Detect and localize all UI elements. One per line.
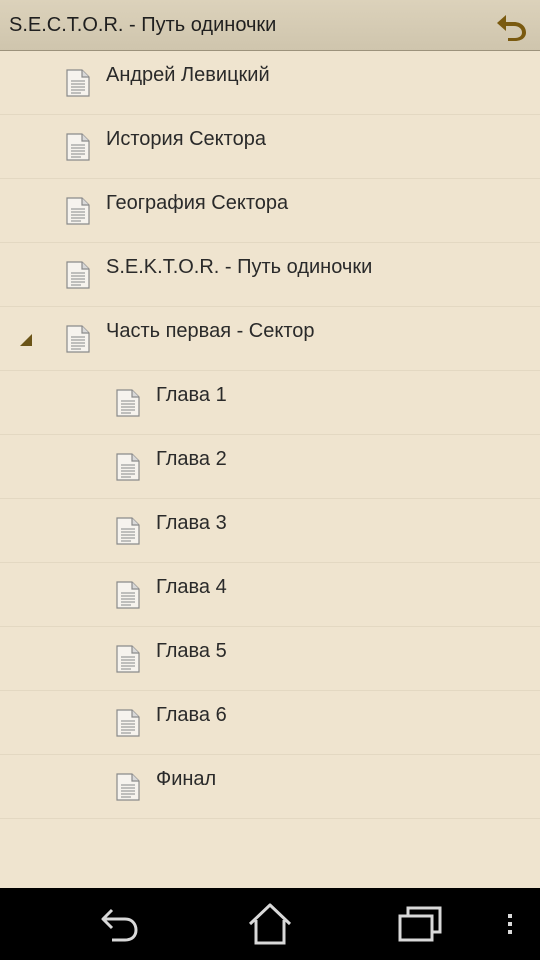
- back-button[interactable]: [492, 8, 530, 44]
- document-icon: [116, 773, 140, 801]
- document-icon: [116, 453, 140, 481]
- system-nav-bar: [0, 888, 540, 960]
- toc-item[interactable]: S.E.K.T.O.R. - Путь одиночки: [0, 243, 540, 307]
- toc-subitem[interactable]: Глава 2: [0, 435, 540, 499]
- back-icon: [101, 908, 138, 942]
- document-icon: [116, 709, 140, 737]
- toc-item-label: S.E.K.T.O.R. - Путь одиночки: [106, 256, 373, 278]
- toc-item-label: Глава 1: [156, 384, 227, 406]
- toc-item-label: Глава 3: [156, 512, 227, 534]
- document-icon: [116, 517, 140, 545]
- action-bar: S.E.C.T.O.R. - Путь одиночки: [0, 0, 540, 51]
- toc-item-label: Глава 4: [156, 576, 227, 598]
- toc-item-label: Финал: [156, 768, 217, 790]
- toc-item-label: Андрей Левицкий: [106, 64, 270, 86]
- toc-item-label: Часть первая - Сектор: [106, 320, 315, 342]
- document-icon: [66, 133, 90, 161]
- nav-overflow-menu-button[interactable]: [496, 902, 524, 946]
- home-icon: [248, 903, 292, 945]
- nav-home-button[interactable]: [246, 902, 294, 946]
- toc-item-label: Глава 2: [156, 448, 227, 470]
- toc-subitem[interactable]: Глава 6: [0, 691, 540, 755]
- document-icon: [66, 261, 90, 289]
- document-icon: [116, 581, 140, 609]
- toc-subitem[interactable]: Глава 1: [0, 371, 540, 435]
- reader-screen: S.E.C.T.O.R. - Путь одиночки Андрей Леви…: [0, 0, 540, 960]
- nav-recent-apps-button[interactable]: [396, 902, 444, 946]
- document-icon: [116, 645, 140, 673]
- document-icon: [66, 69, 90, 97]
- toc-subitem[interactable]: Глава 4: [0, 563, 540, 627]
- table-of-contents: Андрей Левицкий История Сектора Географи…: [0, 51, 540, 819]
- toc-item-label: Глава 6: [156, 704, 227, 726]
- document-icon: [66, 325, 90, 353]
- toc-item-expanded[interactable]: Часть первая - Сектор: [0, 307, 540, 371]
- document-icon: [116, 389, 140, 417]
- book-title: S.E.C.T.O.R. - Путь одиночки: [9, 14, 277, 36]
- toc-subitem[interactable]: Глава 3: [0, 499, 540, 563]
- recent-apps-icon: [398, 906, 442, 942]
- toc-subitem[interactable]: Финал: [0, 755, 540, 819]
- expand-triangle-icon[interactable]: [18, 332, 34, 348]
- document-icon: [66, 197, 90, 225]
- nav-back-button[interactable]: [96, 902, 144, 946]
- toc-item-label: История Сектора: [106, 128, 266, 150]
- toc-item[interactable]: Андрей Левицкий: [0, 51, 540, 115]
- overflow-menu-icon: [508, 914, 512, 934]
- toc-item[interactable]: История Сектора: [0, 115, 540, 179]
- toc-subitem[interactable]: Глава 5: [0, 627, 540, 691]
- toc-item[interactable]: География Сектора: [0, 179, 540, 243]
- toc-item-label: Глава 5: [156, 640, 227, 662]
- toc-item-label: География Сектора: [106, 192, 289, 214]
- undo-arrow-icon: [497, 15, 526, 41]
